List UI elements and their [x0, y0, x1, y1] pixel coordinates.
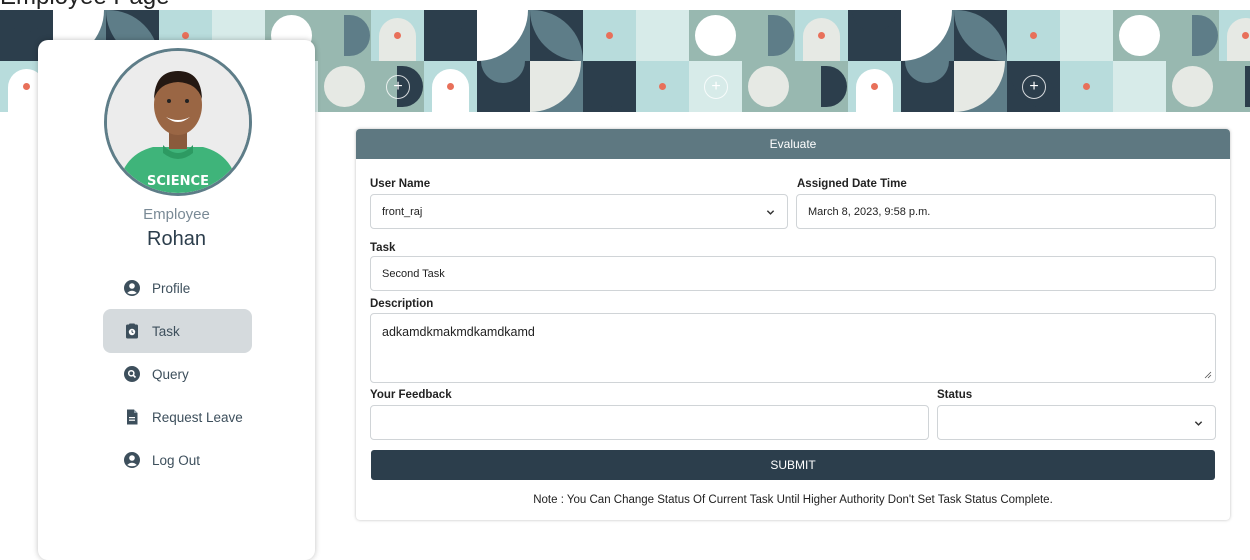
sidebar-item-label: Query — [152, 366, 189, 382]
task-input[interactable]: Second Task — [370, 256, 1216, 291]
avatar: SCIENCE — [104, 48, 252, 196]
sidebar-item-query[interactable]: Query — [103, 352, 252, 396]
submit-button[interactable]: SUBMIT — [371, 450, 1215, 480]
sidebar-item-task[interactable]: Task — [103, 309, 252, 353]
description-textarea[interactable]: adkamdkmakmdkamdkamd — [370, 313, 1216, 383]
assigned-date-label: Assigned Date Time — [797, 178, 907, 190]
banner-tile — [954, 10, 1007, 61]
user-circle-icon — [124, 452, 140, 468]
banner-tile — [1060, 10, 1113, 61]
banner-tile — [742, 61, 795, 112]
clipboard-icon — [126, 323, 138, 339]
sidebar-item-log-out[interactable]: Log Out — [103, 438, 252, 482]
banner-tile — [1219, 10, 1250, 61]
task-value: Second Task — [382, 267, 445, 280]
banner-tile — [901, 10, 954, 61]
sidebar: SCIENCE Employee Rohan Profile Task Quer… — [38, 40, 315, 560]
banner-tile — [901, 61, 954, 112]
employee-role: Employee — [143, 206, 210, 223]
user-circle-icon — [124, 280, 140, 296]
banner-tile — [477, 61, 530, 112]
banner-tile — [795, 61, 848, 112]
banner-tile — [689, 10, 742, 61]
banner-tile — [318, 61, 371, 112]
banner-tile — [848, 10, 901, 61]
banner-tile — [424, 61, 477, 112]
banner-tile — [1166, 10, 1219, 61]
banner-tile — [636, 61, 689, 112]
user-name-label: User Name — [370, 178, 431, 190]
banner-tile — [318, 10, 371, 61]
status-select[interactable] — [937, 405, 1216, 440]
user-name-select[interactable]: front_raj — [370, 194, 788, 229]
banner-tile — [371, 10, 424, 61]
status-label: Status — [937, 389, 973, 401]
card-header: Evaluate — [356, 129, 1230, 159]
feedback-label: Your Feedback — [370, 389, 452, 401]
sidebar-item-label: Request Leave — [152, 409, 243, 425]
sidebar-item-profile[interactable]: Profile — [103, 266, 252, 310]
avatar-image: SCIENCE — [107, 51, 249, 193]
chevron-down-icon — [1194, 420, 1203, 426]
sidebar-item-request-leave[interactable]: Request Leave — [103, 395, 252, 439]
assigned-date-value: March 8, 2023, 9:58 p.m. — [808, 205, 931, 218]
sidebar-item-label: Profile — [152, 280, 191, 296]
sidebar-item-label: Task — [152, 323, 180, 339]
banner-tile: + — [689, 61, 742, 112]
banner-tile — [583, 10, 636, 61]
banner-tile: + — [371, 61, 424, 112]
banner-tile — [1060, 61, 1113, 112]
banner-tile — [795, 10, 848, 61]
task-label: Task — [370, 242, 396, 254]
banner-tile: + — [1113, 10, 1166, 61]
chevron-down-icon — [766, 209, 775, 215]
svg-text:SCIENCE: SCIENCE — [147, 174, 209, 189]
search-circle-icon — [124, 366, 140, 382]
file-icon — [127, 409, 138, 425]
banner-tile — [848, 61, 901, 112]
sidebar-item-label: Log Out — [152, 452, 201, 468]
feedback-input[interactable] — [370, 405, 929, 440]
banner-tile — [742, 10, 795, 61]
banner-tile — [1166, 61, 1219, 112]
banner-tile — [583, 61, 636, 112]
banner-tile — [530, 61, 583, 112]
status-note: Note : You Can Change Status Of Current … — [533, 494, 1053, 506]
assigned-date-field[interactable]: March 8, 2023, 9:58 p.m. — [796, 194, 1216, 229]
banner-tile: + — [477, 10, 530, 61]
description-value: adkamdkmakmdkamdkamd — [382, 325, 535, 339]
banner-tile: + — [1007, 61, 1060, 112]
banner-tile — [1113, 61, 1166, 112]
employee-name: Rohan — [147, 228, 206, 250]
user-name-value: front_raj — [382, 205, 423, 218]
page-title: Employee Page — [0, 0, 169, 10]
evaluate-card: Evaluate User Name front_raj Assigned Da… — [356, 129, 1230, 520]
description-label: Description — [370, 298, 434, 310]
resize-handle-icon[interactable] — [1204, 371, 1212, 379]
banner-tile — [954, 61, 1007, 112]
banner-tile — [1219, 61, 1250, 112]
banner-tile — [1007, 10, 1060, 61]
banner-tile — [530, 10, 583, 61]
banner-tile — [636, 10, 689, 61]
banner-tile — [424, 10, 477, 61]
